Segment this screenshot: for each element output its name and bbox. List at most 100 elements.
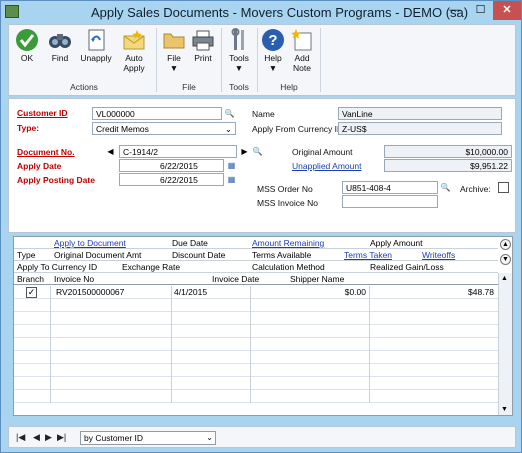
maximize-button[interactable]: ☐	[468, 1, 493, 20]
mss-invoice-field[interactable]	[342, 195, 438, 208]
apply-posting-date-field[interactable]: 6/22/2015	[119, 173, 224, 186]
row-apply-checkbox[interactable]: ✓	[26, 287, 37, 298]
title-bar: Apply Sales Documents - Movers Custom Pr…	[1, 1, 521, 24]
grid-header-row-2: Type Original Document Amt Discount Date…	[14, 249, 498, 261]
find-button[interactable]: Find	[45, 27, 75, 63]
table-row[interactable]	[14, 338, 498, 351]
mss-order-lookup-icon[interactable]: 🔍	[439, 181, 452, 194]
calculation-method-header: Calculation Method	[252, 262, 325, 272]
binoculars-icon	[47, 27, 73, 53]
table-row[interactable]	[14, 351, 498, 364]
printer-icon	[190, 27, 216, 53]
original-amount-label: Original Amount	[292, 147, 353, 157]
invoice-date-header: Invoice Date	[212, 274, 260, 284]
grid-header-row-1: Apply to Document Due Date Amount Remain…	[14, 237, 498, 249]
auto-apply-label: Auto Apply	[123, 53, 145, 73]
chevron-down-icon: ⌄	[206, 433, 213, 442]
mss-order-field[interactable]: U851-408-4	[342, 181, 438, 194]
exchange-rate-header: Exchange Rate	[122, 262, 181, 272]
print-button[interactable]: Print	[189, 27, 217, 63]
currency-label: Apply From Currency ID	[252, 124, 344, 134]
invoice-date-cell: 4/1/2015	[174, 287, 208, 297]
folder-icon	[161, 27, 187, 53]
terms-available-header: Terms Available	[252, 250, 312, 260]
actions-group-label: Actions	[70, 82, 98, 92]
apply-date-field[interactable]: 6/22/2015	[119, 159, 224, 172]
auto-apply-button[interactable]: Auto Apply	[117, 27, 151, 73]
minimize-button[interactable]: —	[442, 1, 468, 20]
ribbon-toolbar: OK Find Unapply Auto Apply File ▼ Print …	[8, 24, 516, 96]
separator	[221, 28, 222, 92]
collapse-rows-icon[interactable]: ▼	[500, 254, 511, 265]
apply-sales-documents-window: Apply Sales Documents - Movers Custom Pr…	[0, 0, 522, 453]
separator	[156, 28, 157, 92]
customer-lookup-icon[interactable]: 🔍	[223, 107, 236, 120]
realized-gain-loss-header: Realized Gain/Loss	[370, 262, 444, 272]
mss-order-label: MSS Order No	[257, 184, 313, 194]
help-question-icon: ?	[260, 27, 286, 53]
calendar-icon[interactable]: ▦	[225, 173, 238, 186]
help-group-label: Help	[280, 82, 298, 92]
next-record-icon[interactable]: ▶	[45, 432, 52, 443]
window-title: Apply Sales Documents - Movers Custom Pr…	[91, 5, 469, 20]
previous-record-icon[interactable]: ◀	[33, 432, 40, 443]
table-row[interactable]	[14, 390, 498, 403]
original-document-amt-header: Original Document Amt	[54, 250, 142, 260]
header-panel: Customer ID VL000000 🔍 Type: Credit Memo…	[8, 98, 516, 233]
ok-button[interactable]: OK	[12, 27, 42, 63]
column-divider	[50, 286, 51, 403]
tools-button[interactable]: Tools ▼	[225, 27, 253, 73]
help-dropdown-icon: ▼	[268, 63, 278, 73]
unapply-button[interactable]: Unapply	[79, 27, 113, 63]
separator	[320, 28, 321, 92]
file-button[interactable]: File ▼	[161, 27, 187, 73]
apply-amount-cell: $48.78	[468, 287, 494, 297]
amount-remaining-header[interactable]: Amount Remaining	[252, 238, 324, 248]
document-no-field[interactable]: C-1914/2	[119, 145, 237, 158]
file-group-label: File	[182, 82, 196, 92]
table-row[interactable]	[14, 377, 498, 390]
find-label: Find	[51, 53, 69, 63]
unapplied-amount-link[interactable]: Unapplied Amount	[292, 161, 361, 171]
separator	[257, 28, 258, 92]
archive-label: Archive:	[460, 184, 491, 194]
table-row[interactable]	[14, 299, 498, 312]
sort-by-select[interactable]: by Customer ID ⌄	[80, 431, 216, 445]
archive-checkbox[interactable]	[498, 182, 509, 193]
type-label: Type:	[17, 123, 40, 133]
table-row[interactable]	[14, 364, 498, 377]
first-record-icon[interactable]: |◀	[16, 432, 25, 443]
scroll-down-icon[interactable]: ▼	[501, 406, 508, 413]
tools-group-label: Tools	[229, 82, 249, 92]
help-button[interactable]: ? Help ▼	[260, 27, 286, 73]
next-document-icon[interactable]: ▶	[238, 145, 251, 158]
table-row[interactable]	[14, 325, 498, 338]
apply-to-document-header[interactable]: Apply to Document	[54, 238, 126, 248]
type-header: Type	[17, 250, 36, 260]
close-button[interactable]: ✕	[493, 1, 521, 20]
unapplied-amount-field: $9,951.22	[384, 159, 512, 172]
envelope-star-icon	[121, 27, 147, 53]
terms-taken-header[interactable]: Terms Taken	[344, 250, 392, 260]
scroll-up-icon[interactable]: ▲	[501, 275, 508, 282]
type-select[interactable]: Credit Memos ⌄	[92, 122, 236, 135]
table-row[interactable]: ✓ RV201500000067 4/1/2015 $0.00 $48.78	[14, 286, 498, 299]
apply-amount-header: Apply Amount	[370, 238, 423, 248]
expand-rows-icon[interactable]: ▲	[500, 239, 511, 250]
add-note-label: Add Note	[293, 53, 311, 73]
last-record-icon[interactable]: ▶|	[57, 432, 66, 443]
grid-vertical-scrollbar[interactable]: ▲ ▼	[498, 273, 512, 415]
calendar-icon[interactable]: ▦	[225, 159, 238, 172]
table-row[interactable]	[14, 312, 498, 325]
document-no-label[interactable]: Document No.	[17, 147, 75, 157]
prev-document-icon[interactable]: ◀	[104, 145, 117, 158]
add-note-button[interactable]: Add Note	[288, 27, 316, 73]
grid-header-row-3: Apply To Currency ID Exchange Rate Calcu…	[14, 261, 498, 273]
column-divider	[250, 286, 251, 403]
tools-label: Tools	[229, 53, 249, 63]
customer-id-label[interactable]: Customer ID	[17, 108, 68, 118]
document-lookup-icon[interactable]: 🔍	[251, 145, 264, 158]
customer-id-field[interactable]: VL000000	[92, 107, 222, 120]
print-label: Print	[194, 53, 212, 63]
writeoffs-header[interactable]: Writeoffs	[422, 250, 455, 260]
